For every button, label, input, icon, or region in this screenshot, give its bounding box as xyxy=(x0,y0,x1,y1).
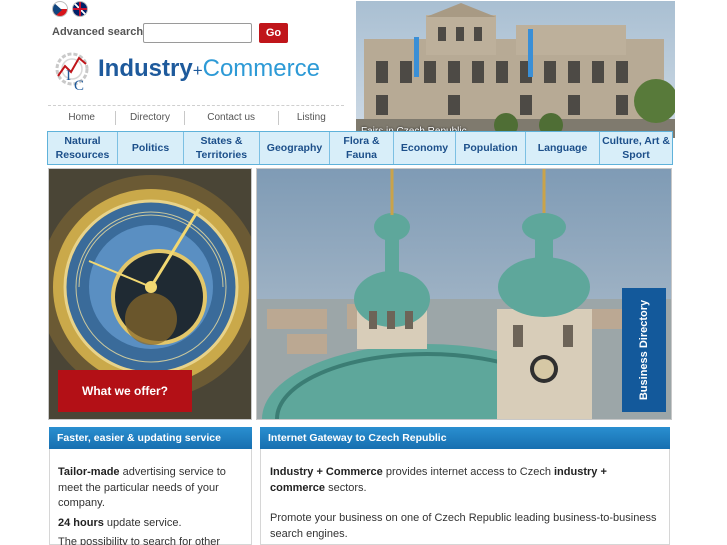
left-box-p1-bold: Tailor-made xyxy=(58,466,120,478)
left-box-content: Tailor-made advertising service to meet … xyxy=(49,449,252,545)
nav-listing-link[interactable]: Listing xyxy=(279,112,344,123)
advanced-search-link[interactable]: Advanced search xyxy=(52,26,143,38)
page: Advanced search Go I C Industry+Commerce… xyxy=(0,0,727,545)
svg-text:I: I xyxy=(66,68,71,84)
category-states-territories[interactable]: States & Territories xyxy=(184,132,260,164)
category-culture-art-sport[interactable]: Culture, Art & Sport xyxy=(600,132,672,164)
prague-domes-illustration xyxy=(257,169,671,419)
left-box-p2-text: update service. xyxy=(103,516,182,529)
right-box-content: Industry + Commerce provides internet ac… xyxy=(260,449,670,545)
right-box-p1-text-1: provides internet access to Czech xyxy=(382,466,554,478)
language-switcher xyxy=(52,1,88,17)
business-directory-label: Business Directory xyxy=(638,299,651,401)
header-photo-illustration xyxy=(356,1,675,138)
search-input[interactable] xyxy=(143,23,252,43)
category-natural-resources[interactable]: Natural Resources xyxy=(48,132,118,164)
right-margin xyxy=(675,0,727,545)
nav-contact-link[interactable]: Contact us xyxy=(185,112,278,123)
left-box-paragraph-2: 24 hours update service. xyxy=(58,516,243,532)
left-box-title: Faster, easier & updating service xyxy=(49,427,252,449)
svg-text:C: C xyxy=(74,78,84,94)
logo-word-industry: Industry xyxy=(98,55,193,82)
right-box-p1-text-2: sectors. xyxy=(325,481,367,494)
right-box-p1-bold-1: Industry + Commerce xyxy=(270,466,383,478)
prague-domes-photo xyxy=(256,168,672,420)
logo-wordmark: Industry+Commerce xyxy=(98,55,320,83)
logo-gear-icon: I C xyxy=(55,52,89,94)
right-box-paragraph-2: Promote your business on one of Czech Re… xyxy=(270,512,657,540)
category-language[interactable]: Language xyxy=(526,132,600,164)
category-economy[interactable]: Economy xyxy=(394,132,456,164)
nav-directory-link[interactable]: Directory xyxy=(116,112,183,123)
category-flora-fauna[interactable]: Flora & Fauna xyxy=(330,132,394,164)
left-box-p2-bold: 24 hours xyxy=(58,516,104,529)
right-box-title: Internet Gateway to Czech Republic xyxy=(260,427,670,449)
nav-home-link[interactable]: Home xyxy=(48,112,115,123)
czech-flag-icon[interactable] xyxy=(52,1,68,17)
what-we-offer-button[interactable]: What we offer? xyxy=(58,370,192,412)
left-margin xyxy=(0,0,44,545)
logo[interactable]: I C Industry+Commerce xyxy=(52,50,342,98)
top-navigation: Home Directory Contact us Listing xyxy=(48,105,344,129)
left-box-paragraph-3: The possibility to search for other xyxy=(58,536,221,545)
header-photo-rudolfinum[interactable] xyxy=(356,1,675,138)
logo-plus: + xyxy=(192,61,203,80)
category-menu: Natural Resources Politics States & Terr… xyxy=(47,131,673,165)
category-population[interactable]: Population xyxy=(456,132,526,164)
category-politics[interactable]: Politics xyxy=(118,132,184,164)
right-box-paragraph-1: Industry + Commerce provides internet ac… xyxy=(270,465,661,496)
left-box-paragraph-1: Tailor-made advertising service to meet … xyxy=(58,465,243,512)
uk-flag-icon[interactable] xyxy=(72,1,88,17)
go-button[interactable]: Go xyxy=(259,23,288,43)
logo-word-commerce: Commerce xyxy=(202,55,320,82)
category-geography[interactable]: Geography xyxy=(260,132,330,164)
business-directory-tab[interactable]: Business Directory xyxy=(622,288,666,412)
